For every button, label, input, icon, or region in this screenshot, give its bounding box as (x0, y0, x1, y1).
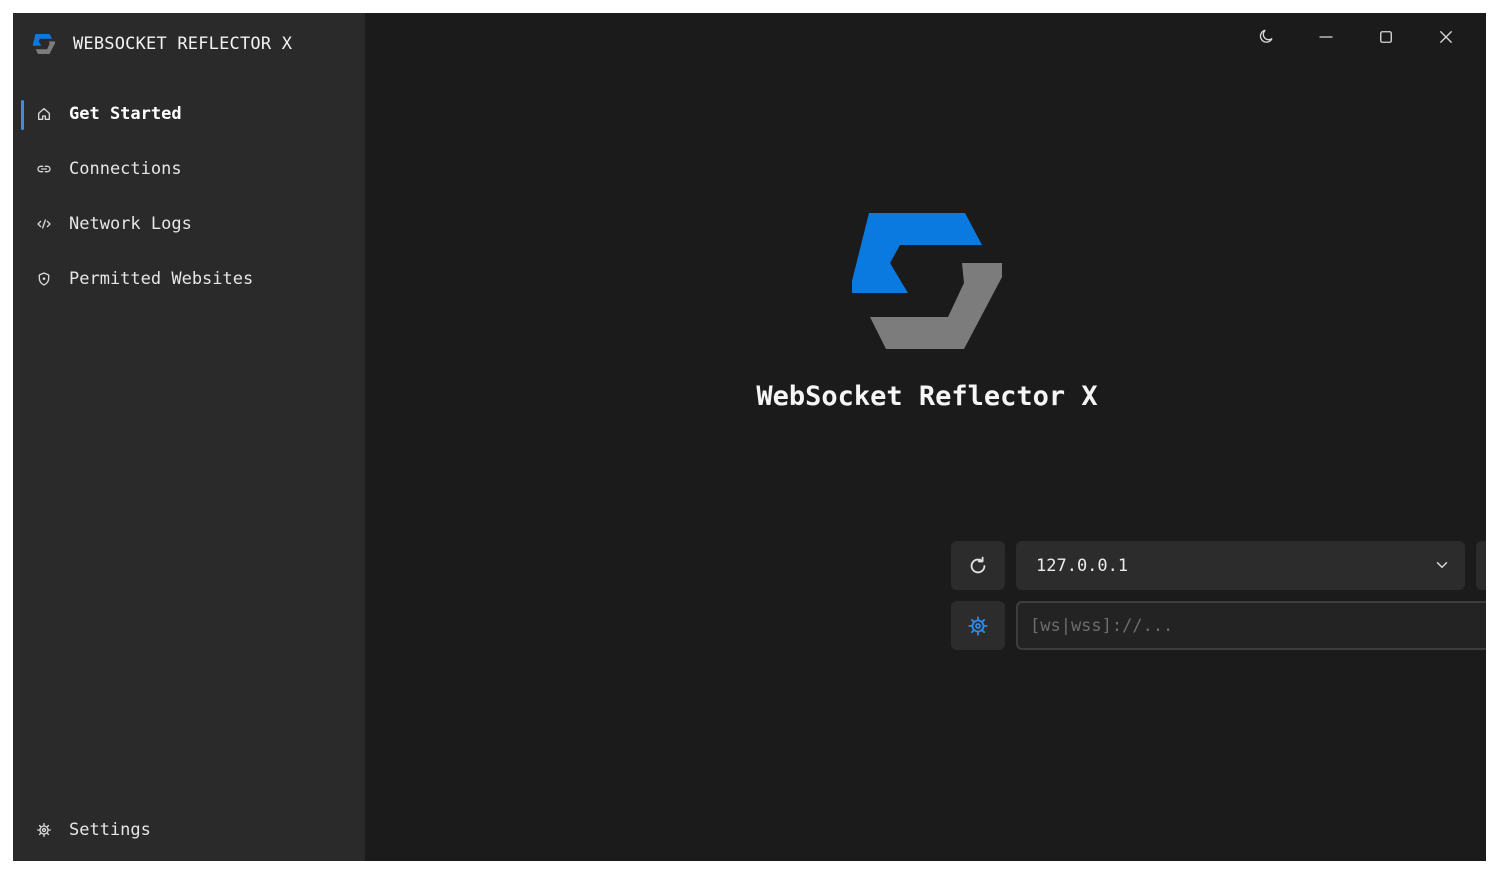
home-icon (35, 105, 53, 123)
app-title: WebSocket Reflector X (756, 381, 1098, 412)
maximize-button[interactable] (1356, 21, 1416, 53)
sidebar-item-label: Permitted Websites (69, 268, 254, 289)
host-value: 127.0.0.1 (1036, 555, 1129, 576)
port-field[interactable]: 0 (1476, 541, 1486, 590)
sidebar-item-settings[interactable]: Settings (13, 802, 365, 857)
active-indicator (21, 100, 24, 130)
brand-title: WEBSOCKET REFLECTOR X (73, 34, 293, 54)
sidebar-item-permitted-websites[interactable]: Permitted Websites (13, 251, 365, 306)
theme-toggle-icon (1259, 29, 1273, 43)
minimize-button[interactable] (1296, 21, 1356, 53)
minimize-icon (1319, 36, 1333, 38)
code-icon (35, 215, 53, 233)
sidebar-item-get-started[interactable]: Get Started (13, 86, 365, 141)
connection-settings-button[interactable] (951, 601, 1005, 650)
maximize-icon (1380, 31, 1392, 43)
settings-label: Settings (69, 819, 151, 840)
theme-toggle-button[interactable] (1236, 21, 1296, 53)
gear-icon (35, 821, 53, 839)
chevron-down-icon (1436, 562, 1448, 568)
sidebar-item-network-logs[interactable]: Network Logs (13, 196, 365, 251)
app-logo-icon (33, 34, 55, 54)
window-controls (1236, 21, 1476, 53)
link-icon (35, 160, 53, 178)
close-icon (1440, 31, 1452, 43)
app-window: WEBSOCKET REFLECTOR X Get Started Connec… (13, 13, 1486, 861)
sidebar-item-label: Connections (69, 158, 182, 179)
refresh-icon (970, 556, 986, 573)
sidebar-nav: Get Started Connections Network Logs Per… (13, 86, 365, 306)
sidebar-item-label: Network Logs (69, 213, 192, 234)
sidebar-item-label: Get Started (69, 103, 182, 124)
main-panel: WebSocket Reflector X 127.0.0.1 0 (365, 13, 1486, 861)
sidebar: WEBSOCKET REFLECTOR X Get Started Connec… (13, 13, 365, 861)
close-button[interactable] (1416, 21, 1476, 53)
refresh-button[interactable] (951, 541, 1005, 590)
brand: WEBSOCKET REFLECTOR X (33, 31, 292, 57)
shield-icon (35, 270, 53, 288)
hero-logo-icon (852, 213, 1002, 349)
url-input[interactable] (1016, 601, 1486, 650)
gear-icon (968, 615, 988, 636)
sidebar-item-connections[interactable]: Connections (13, 141, 365, 196)
host-select[interactable]: 127.0.0.1 (1016, 541, 1465, 590)
